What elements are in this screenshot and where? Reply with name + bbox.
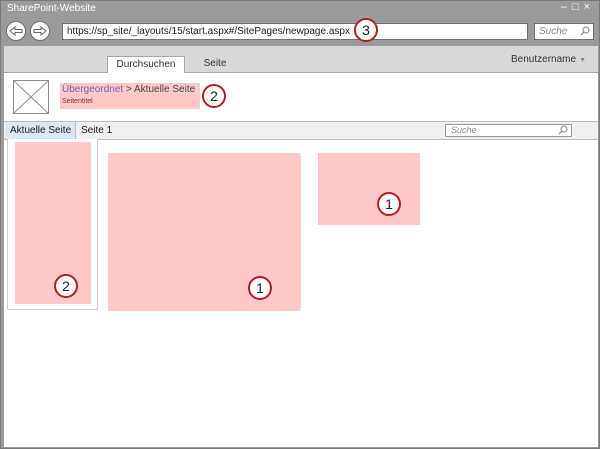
browser-search-input[interactable]: Suche xyxy=(534,23,594,40)
title-bar: SharePoint-Website –□× xyxy=(1,1,599,17)
breadcrumb-separator: > xyxy=(123,84,135,95)
site-header: Übergeordnet > Aktuelle Seite Seitentite… xyxy=(4,73,598,119)
search-icon[interactable] xyxy=(558,125,568,135)
minimize-icon[interactable]: – xyxy=(561,1,572,13)
arrow-right-icon xyxy=(33,26,47,36)
page-title: Seitentitel xyxy=(62,98,93,105)
right-content-zone xyxy=(318,153,420,225)
window-title: SharePoint-Website xyxy=(7,3,96,14)
address-bar[interactable]: https://sp_site/_layouts/15/start.aspx#/… xyxy=(62,23,528,40)
user-menu[interactable]: Benutzername ▼ xyxy=(511,54,586,65)
tab-page[interactable]: Seite xyxy=(200,56,230,72)
breadcrumb-parent-link[interactable]: Übergeordnet xyxy=(62,84,123,95)
browser-search-placeholder: Suche xyxy=(539,26,568,37)
breadcrumb-current: Aktuelle Seite xyxy=(134,84,196,95)
tab-browse[interactable]: Durchsuchen xyxy=(107,56,185,73)
callout-main-zone: 1 xyxy=(248,276,272,300)
main-content-zone xyxy=(108,153,301,311)
callout-address: 3 xyxy=(354,18,378,42)
callout-right-zone: 1 xyxy=(377,192,401,216)
site-logo[interactable] xyxy=(13,80,49,114)
topnav-item-current-page[interactable]: Aktuelle Seite xyxy=(6,122,77,139)
address-url: https://sp_site/_layouts/15/start.aspx#/… xyxy=(67,26,350,37)
left-content-zone xyxy=(15,142,91,304)
window-controls: –□× xyxy=(561,1,595,13)
image-placeholder-icon xyxy=(13,80,49,114)
browser-window: SharePoint-Website –□× https://sp_site/_… xyxy=(0,0,600,449)
breadcrumb: Übergeordnet > Aktuelle Seite xyxy=(62,84,195,95)
site-search-placeholder: Suche xyxy=(451,125,477,135)
top-navigation: Aktuelle Seite Seite 1 Suche xyxy=(4,121,598,140)
site-search-input[interactable]: Suche xyxy=(445,124,572,137)
page-content: Durchsuchen Seite Benutzername ▼ Übergeor… xyxy=(4,46,598,447)
close-icon[interactable]: × xyxy=(584,1,595,13)
topnav-item-page-1[interactable]: Seite 1 xyxy=(77,122,116,139)
search-icon[interactable] xyxy=(580,26,590,36)
forward-button[interactable] xyxy=(30,21,50,41)
arrow-left-icon xyxy=(9,26,23,36)
maximize-icon[interactable]: □ xyxy=(572,1,584,13)
callout-header: 2 xyxy=(202,84,226,108)
back-button[interactable] xyxy=(6,21,26,41)
ribbon: Durchsuchen Seite Benutzername ▼ xyxy=(4,46,598,73)
user-name: Benutzername xyxy=(511,54,577,65)
chevron-down-icon: ▼ xyxy=(579,57,586,64)
callout-left-zone: 2 xyxy=(54,274,78,298)
breadcrumb-area: Übergeordnet > Aktuelle Seite Seitentite… xyxy=(60,83,200,109)
